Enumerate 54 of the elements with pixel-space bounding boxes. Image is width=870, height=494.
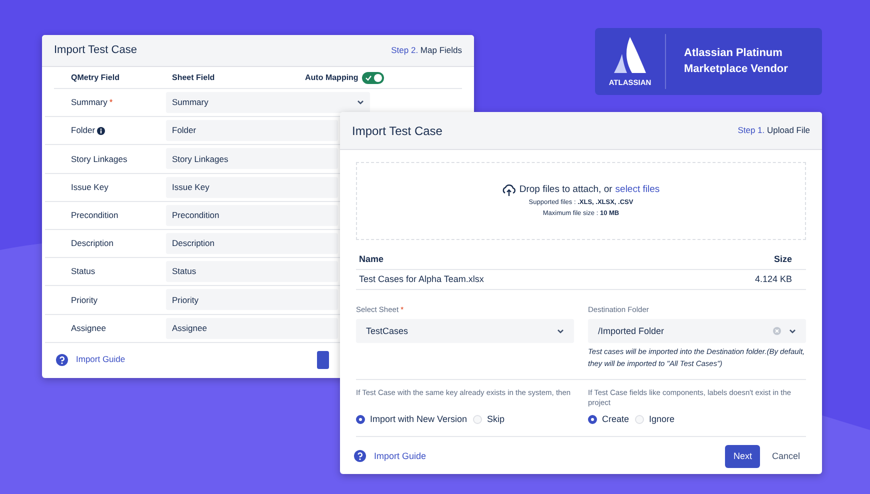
radio-option[interactable]: Ignore: [635, 412, 675, 426]
column-header: Name: [359, 252, 384, 266]
field-label: Issue Key: [71, 180, 108, 194]
text-field[interactable]: Assignee: [166, 318, 338, 339]
text-field[interactable]: Description: [166, 233, 338, 254]
column-header: Sheet Field: [172, 72, 216, 84]
text-field[interactable]: Issue Key: [166, 176, 338, 198]
import-guide-link[interactable]: Import Guide: [76, 353, 126, 366]
primary-button[interactable]: [317, 350, 329, 369]
vendor-title: Atlassian Platinum Marketplace Vendor: [683, 46, 788, 76]
select-files-link[interactable]: select files: [615, 183, 660, 198]
select-field[interactable]: Summary: [166, 92, 370, 114]
text-field[interactable]: Priority: [166, 289, 338, 310]
help-icon: [354, 450, 366, 462]
text-field[interactable]: Story Linkages: [166, 148, 338, 170]
step-indicator: Step 2. Map Fields: [391, 44, 462, 57]
toggle-switch[interactable]: [362, 72, 384, 84]
cloud-upload-icon: [502, 184, 516, 196]
text-field[interactable]: Precondition: [166, 204, 338, 226]
select-field[interactable]: TestCases: [356, 319, 574, 344]
radio-option[interactable]: Skip: [473, 412, 505, 426]
check-icon: [365, 74, 372, 80]
text-field[interactable]: Folder: [166, 120, 338, 142]
window-title: Import Test Case: [54, 43, 137, 58]
field-label: Priority: [71, 294, 98, 306]
next-button[interactable]: Next: [725, 444, 760, 468]
chevron-down-icon: [357, 100, 364, 106]
table-cell-text: 4.124 KB: [754, 272, 792, 286]
table-cell-text: Test Cases for Alpha Team.xlsx: [359, 272, 484, 286]
chevron-down-icon: [789, 328, 796, 334]
drop-instruction: Drop files to attach, or: [519, 183, 612, 198]
required-mark: *: [109, 96, 113, 109]
import-guide-link[interactable]: Import Guide: [374, 450, 426, 463]
field-label: Assignee: [71, 322, 106, 334]
field-label: Precondition: [71, 208, 118, 222]
field-label: Description: [71, 237, 114, 250]
help-icon: [56, 354, 68, 366]
chevron-down-icon: [557, 328, 564, 334]
atlassian-logo-icon: [613, 34, 647, 75]
field-label: Folder: [71, 124, 96, 138]
column-header: QMetry Field: [70, 72, 120, 84]
column-header: Size: [774, 252, 792, 266]
field-label: Story Linkages: [71, 152, 128, 166]
auto-mapping-label: Auto Mapping: [305, 72, 358, 84]
clear-icon: [773, 327, 781, 336]
radio-option[interactable]: Import with New Version: [356, 412, 468, 426]
cancel-button[interactable]: Cancel: [764, 444, 808, 468]
step-indicator: Step 1. Upload File: [738, 124, 810, 137]
radio-option[interactable]: Create: [588, 412, 630, 426]
window-title: Import Test Case: [352, 122, 442, 140]
field-label: Status: [71, 265, 96, 278]
field-label: Summary: [71, 96, 108, 109]
select-field[interactable]: /Imported Folder: [588, 319, 806, 344]
text-field[interactable]: Status: [166, 261, 338, 282]
